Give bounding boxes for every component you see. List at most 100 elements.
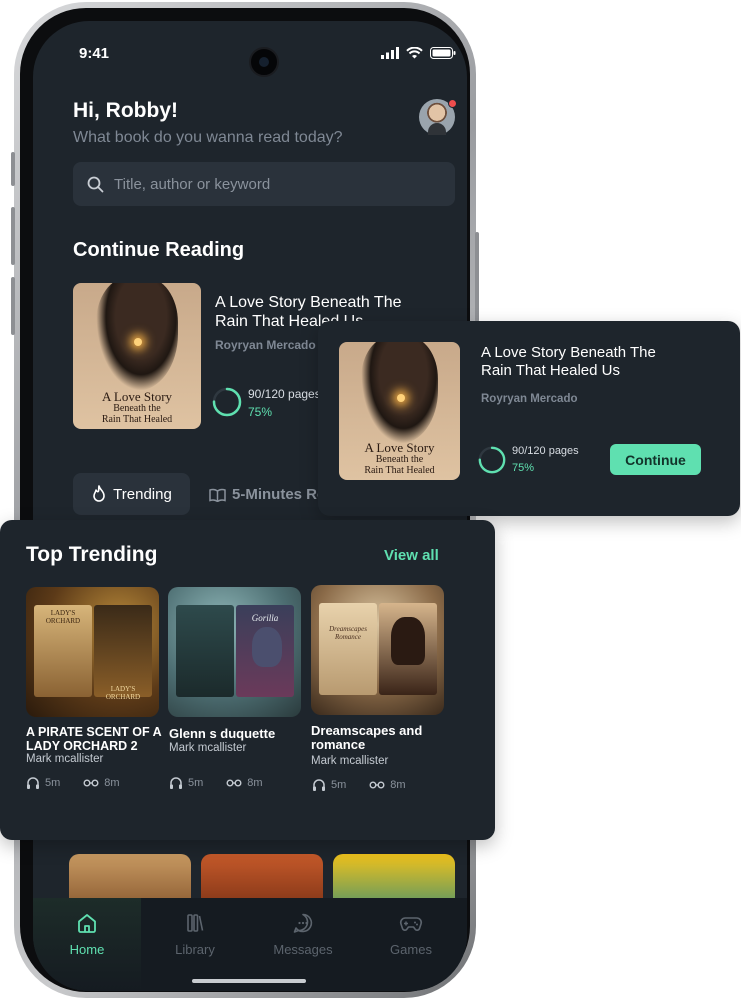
trending-book-author: Mark mcallister bbox=[311, 755, 389, 767]
nav-library-label: Library bbox=[175, 942, 215, 957]
title-line-1: Dreamscapes and bbox=[311, 723, 423, 738]
continue-reading-cover[interactable]: A Love Story Beneath the Rain That Heale… bbox=[73, 283, 201, 429]
cover-art bbox=[96, 283, 178, 392]
listen-time: 5m bbox=[188, 777, 204, 789]
volume-up-button bbox=[11, 207, 15, 265]
headphones-icon bbox=[313, 779, 325, 791]
title-line-2: LADY ORCHARD 2 bbox=[26, 739, 138, 753]
home-indicator[interactable] bbox=[192, 979, 306, 983]
trending-book-author: Mark mcallister bbox=[169, 742, 247, 754]
signal-icon bbox=[381, 47, 399, 59]
title-line-1: A Love Story Beneath The bbox=[481, 344, 656, 361]
greeting: Hi, Robby! bbox=[73, 99, 178, 122]
nav-games-label: Games bbox=[390, 942, 432, 957]
cover-line-3: Rain That Healed bbox=[364, 464, 435, 476]
cover-line-2: Beneath the bbox=[113, 403, 161, 414]
front-camera bbox=[249, 47, 279, 77]
title-line-1: A PIRATE SCENT OF A bbox=[26, 725, 162, 739]
pages-read: 90/120 pages bbox=[512, 445, 579, 457]
volume-down-button bbox=[11, 277, 15, 335]
trending-book-title[interactable]: A PIRATE SCENT OF A LADY ORCHARD 2 bbox=[26, 725, 162, 753]
headphones-icon bbox=[27, 777, 39, 789]
cover-art bbox=[360, 342, 439, 445]
continue-reading-author: Royryan Mercado bbox=[215, 338, 316, 352]
title-line-1: Glenn s duquette bbox=[169, 726, 276, 741]
continue-reading-card-author: Royryan Mercado bbox=[481, 393, 578, 405]
continue-reading-heading: Continue Reading bbox=[73, 239, 245, 261]
battery-icon bbox=[430, 47, 456, 59]
headphones-icon bbox=[170, 777, 182, 789]
search-icon bbox=[87, 176, 104, 192]
gorilla-figure bbox=[252, 627, 282, 667]
gamepad-icon bbox=[399, 917, 423, 931]
notification-dot bbox=[448, 99, 457, 108]
nav-home[interactable]: Home bbox=[33, 898, 141, 991]
status-icons bbox=[381, 47, 456, 59]
cover-line-1: A Love Story bbox=[101, 389, 173, 405]
cover-text: LADY'S ORCHARD bbox=[105, 685, 141, 701]
book-page-left bbox=[319, 603, 377, 695]
couple-silhouette bbox=[391, 617, 425, 665]
tab-trending-label: Trending bbox=[113, 485, 172, 503]
continue-reading-card-title: A Love Story Beneath The Rain That Heale… bbox=[481, 344, 656, 380]
cover-title: A Love Story Beneath the Rain That Heale… bbox=[339, 441, 460, 476]
continue-reading-card-cover[interactable]: A Love Story Beneath the Rain That Heale… bbox=[339, 342, 460, 480]
cover-line-2: Beneath the bbox=[375, 454, 424, 465]
trending-book-title[interactable]: Glenn s duquette bbox=[169, 727, 275, 741]
cover-line-1: A Love Story bbox=[364, 440, 435, 456]
cover-line-3: Rain That Healed bbox=[101, 413, 173, 425]
glasses-icon bbox=[226, 779, 242, 787]
progress-ring bbox=[478, 446, 506, 474]
book-page-left bbox=[176, 605, 234, 697]
greeting-subtitle: What book do you wanna read today? bbox=[73, 129, 343, 146]
flame-icon bbox=[93, 485, 105, 502]
trending-book-meta: 5m 8m bbox=[169, 776, 263, 790]
trending-book-cover[interactable]: Dreamscapes Romance bbox=[311, 585, 444, 715]
progress-percent: 75% bbox=[248, 405, 273, 419]
cover-text: Gorilla bbox=[251, 613, 279, 623]
chat-icon bbox=[293, 913, 313, 933]
bottom-navigation: Home Library Messages Games bbox=[33, 898, 467, 991]
home-icon bbox=[78, 914, 96, 933]
search-placeholder: Title, author or keyword bbox=[114, 175, 271, 193]
glasses-icon bbox=[369, 781, 385, 789]
pages-read: 90/120 pages bbox=[248, 387, 321, 401]
title-line-2: romance bbox=[311, 737, 366, 752]
trending-book-meta: 5m 8m bbox=[26, 776, 120, 790]
read-time: 8m bbox=[247, 777, 263, 789]
tab-trending[interactable]: Trending bbox=[73, 473, 190, 515]
search-input[interactable]: Title, author or keyword bbox=[73, 162, 455, 206]
avatar[interactable] bbox=[419, 99, 457, 135]
trending-book-cover[interactable]: Gorilla bbox=[168, 587, 301, 717]
title-line-2: Rain That Healed Us bbox=[481, 362, 620, 379]
book-page-right bbox=[94, 605, 152, 697]
view-all-link[interactable]: View all bbox=[384, 547, 439, 564]
cover-title: A Love Story Beneath the Rain That Heale… bbox=[73, 390, 201, 425]
power-button bbox=[475, 232, 479, 322]
progress-percent: 75% bbox=[512, 462, 535, 474]
progress-ring bbox=[212, 387, 242, 417]
status-time: 9:41 bbox=[79, 45, 110, 62]
cover-text: Dreamscapes Romance bbox=[329, 625, 367, 641]
mute-switch bbox=[11, 152, 15, 186]
wifi-icon bbox=[406, 47, 423, 59]
nav-messages-label: Messages bbox=[273, 942, 333, 957]
read-time: 8m bbox=[390, 779, 406, 791]
glasses-icon bbox=[83, 779, 99, 787]
trending-book-cover[interactable]: LADY'S ORCHARD LADY'S ORCHARD bbox=[26, 587, 159, 717]
listen-time: 5m bbox=[45, 777, 61, 789]
cover-text: LADY'S ORCHARD bbox=[45, 609, 81, 625]
nav-home-label: Home bbox=[69, 942, 105, 957]
nav-messages[interactable]: Messages bbox=[249, 898, 357, 991]
nav-library[interactable]: Library bbox=[141, 898, 249, 991]
trending-book-author: Mark mcallister bbox=[26, 753, 104, 765]
trending-book-title[interactable]: Dreamscapes and romance bbox=[311, 724, 422, 752]
continue-button[interactable]: Continue bbox=[610, 444, 701, 475]
top-trending-heading: Top Trending bbox=[26, 543, 158, 566]
library-icon bbox=[187, 914, 204, 932]
title-line-1: A Love Story Beneath The bbox=[215, 294, 402, 311]
continue-reading-card[interactable]: A Love Story Beneath the Rain That Heale… bbox=[318, 321, 740, 516]
nav-games[interactable]: Games bbox=[357, 898, 465, 991]
read-time: 8m bbox=[104, 777, 120, 789]
top-trending-card: Top Trending View all LADY'S ORCHARD LAD… bbox=[0, 520, 495, 840]
